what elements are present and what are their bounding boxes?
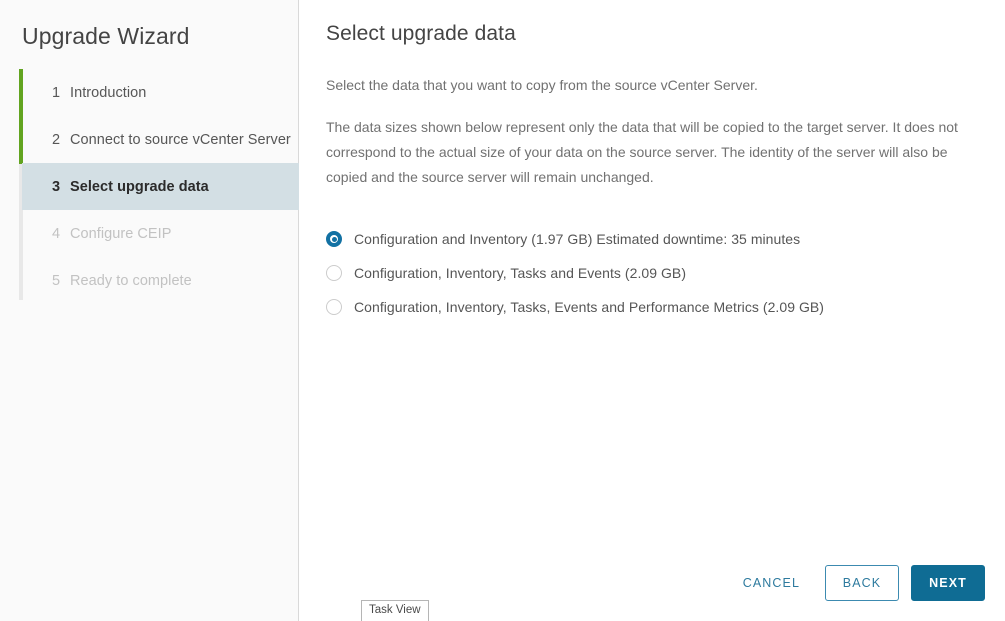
wizard-step-list: 1 Introduction 2 Connect to source vCent… <box>0 69 299 300</box>
radio-button-icon[interactable] <box>326 265 342 281</box>
sidebar-step-ready-to-complete: 5 Ready to complete <box>22 257 299 304</box>
radio-option-configuration-inventory-tasks-and-events[interactable]: Configuration, Inventory, Tasks and Even… <box>326 256 1005 290</box>
upgrade-data-radio-group[interactable]: Configuration and Inventory (1.97 GB) Es… <box>326 222 1005 324</box>
back-button[interactable]: BACK <box>825 565 899 601</box>
step-number: 4 <box>52 225 61 242</box>
cancel-button[interactable]: CANCEL <box>729 567 814 599</box>
wizard-title: Upgrade Wizard <box>22 23 190 49</box>
radio-option-configuration-and-inventory[interactable]: Configuration and Inventory (1.97 GB) Es… <box>326 222 1005 256</box>
page-title: Select upgrade data <box>326 22 516 45</box>
step-label: Introduction <box>70 84 147 101</box>
step-label: Select upgrade data <box>70 178 209 195</box>
radio-option-configuration-inventory-tasks-events-and-performance-metrics[interactable]: Configuration, Inventory, Tasks, Events … <box>326 290 1005 324</box>
upgrade-wizard-window: Upgrade Wizard 1 Introduction 2 Connect … <box>0 0 1005 621</box>
sidebar-step-introduction[interactable]: 1 Introduction <box>22 69 299 116</box>
radio-button-icon[interactable] <box>326 231 342 247</box>
description-text: The data sizes shown below represent onl… <box>326 119 958 185</box>
intro-text: Select the data that you want to copy fr… <box>326 77 758 93</box>
step-label: Configure CEIP <box>70 225 172 242</box>
radio-option-label: Configuration, Inventory, Tasks, Events … <box>354 299 825 315</box>
next-button[interactable]: NEXT <box>911 565 985 601</box>
sidebar-step-connect-to-source-vcenter-server[interactable]: 2 Connect to source vCenter Server <box>22 116 299 163</box>
sidebar-step-configure-ceip: 4 Configure CEIP <box>22 210 299 257</box>
radio-option-label: Configuration and Inventory (1.97 GB) Es… <box>354 231 801 247</box>
sidebar-step-select-upgrade-data[interactable]: 3 Select upgrade data <box>22 163 299 210</box>
task-view-tab[interactable]: Task View <box>361 600 429 621</box>
page-content: Select the data that you want to copy fr… <box>299 75 1005 324</box>
step-number: 3 <box>52 178 61 195</box>
wizard-main-panel: Select upgrade data Select the data that… <box>299 0 1005 621</box>
step-number: 1 <box>52 84 61 101</box>
step-number: 2 <box>52 131 61 148</box>
step-label: Ready to complete <box>70 272 192 289</box>
step-number: 5 <box>52 272 61 289</box>
radio-button-icon[interactable] <box>326 299 342 315</box>
step-label: Connect to source vCenter Server <box>70 131 291 148</box>
wizard-sidebar: Upgrade Wizard 1 Introduction 2 Connect … <box>0 0 299 621</box>
radio-option-label: Configuration, Inventory, Tasks and Even… <box>354 265 687 281</box>
wizard-footer-actions: CANCEL BACK NEXT <box>729 565 985 601</box>
